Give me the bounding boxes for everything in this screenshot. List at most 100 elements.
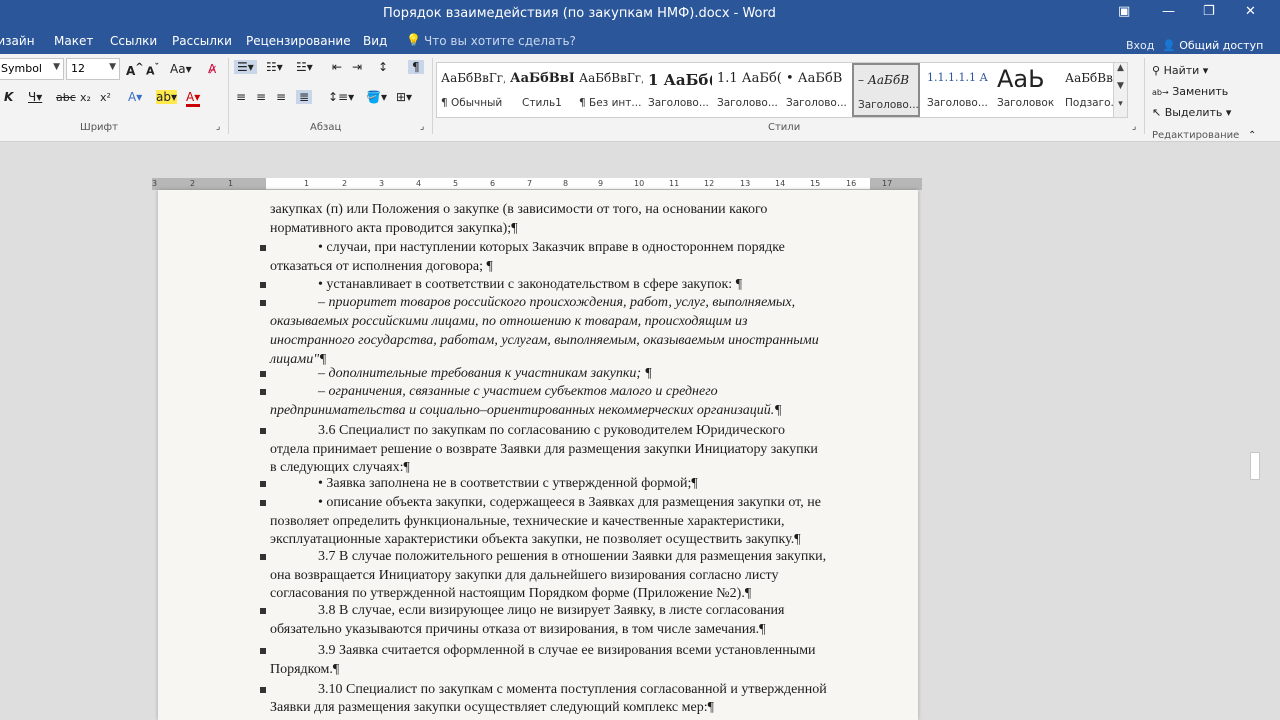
paragraph-mark [260, 687, 266, 693]
style-sample: 1.1 АаБб( [717, 71, 781, 86]
style-heading-5[interactable]: 1.1.1.1.1 А Заголово... [923, 63, 991, 117]
style-no-spacing[interactable]: АаБбВвГг, ¶ Без инт... [575, 63, 643, 117]
multilevel-list-button[interactable]: ☳▾ [296, 60, 313, 74]
bullets-button[interactable]: ☰▾ [234, 60, 257, 74]
gallery-scroll-up-icon[interactable]: ▲ [1113, 63, 1127, 81]
grow-font-button[interactable]: A^ [126, 62, 144, 78]
styles-dialog-launcher-icon[interactable]: ⌟ [1132, 122, 1136, 132]
paragraph-mark [260, 245, 266, 251]
strikethrough-button[interactable]: abc [56, 91, 76, 104]
paragraph-mark [260, 481, 266, 487]
share-button[interactable]: 👤 Общий доступ [1162, 39, 1263, 52]
replace-button[interactable]: ab→ Заменить [1152, 85, 1228, 98]
style-label: Заголово... [927, 97, 988, 109]
ribbon-display-options-icon[interactable]: ▣ [1118, 4, 1130, 19]
line-spacing-button[interactable]: ↕≡▾ [328, 90, 354, 104]
ruler-tick: 1 [304, 179, 310, 188]
separator [228, 58, 229, 134]
close-icon[interactable]: ✕ [1245, 4, 1256, 19]
paragraph-mark [260, 428, 266, 434]
document-page[interactable]: закупках (п) или Положения о закупке (в … [158, 190, 918, 720]
find-button[interactable]: ⚲ Найти ▾ [1152, 64, 1208, 77]
font-name-combo[interactable]: Symbol ▼ [0, 58, 64, 80]
style-heading-2[interactable]: 1.1 АаБб( Заголово... [713, 63, 781, 117]
align-left-button[interactable]: ≡ [236, 90, 246, 104]
superscript-button[interactable]: x² [100, 91, 111, 104]
minimize-icon[interactable]: — [1162, 4, 1175, 19]
tab-references[interactable]: Ссылки [110, 34, 157, 48]
tell-me-search[interactable]: Что вы хотите сделать? [424, 34, 576, 48]
styles-gallery: АаБбВвГг, ¶ Обычный АаБбВвІ Стиль1 АаБбВ… [436, 62, 1128, 118]
select-button[interactable]: ↖ Выделить ▾ [1152, 106, 1231, 119]
tab-mailings[interactable]: Рассылки [172, 34, 232, 48]
text-line: нормативного акта проводится закупка);¶ [270, 221, 518, 236]
text-line: – приоритет товаров российского происхож… [318, 295, 796, 310]
subscript-button[interactable]: x₂ [80, 91, 91, 104]
shrink-font-button[interactable]: Aˇ [146, 62, 159, 78]
font-group-label: Шрифт [80, 122, 118, 133]
text-line: в следующих случаях:¶ [270, 460, 410, 475]
clear-formatting-icon[interactable]: A̷ [208, 62, 216, 76]
font-size-value: 12 [71, 62, 85, 75]
gallery-scroll-down-icon[interactable]: ▼ [1113, 81, 1127, 99]
text-line: Порядком.¶ [270, 662, 340, 677]
style-sample: АаБбВвГг, [579, 71, 643, 85]
style-sample: – АаБбВ [858, 73, 910, 87]
text-effects-button[interactable]: A▾ [128, 90, 142, 104]
borders-button[interactable]: ⊞▾ [396, 90, 412, 104]
show-formatting-marks-button[interactable]: ¶ [408, 60, 424, 74]
ribbon-tabs: Дизайн Макет Ссылки Рассылки Рецензирова… [0, 28, 1280, 54]
ruler-tick: 10 [634, 179, 645, 188]
decrease-indent-button[interactable]: ⇤ [332, 60, 342, 74]
numbering-button[interactable]: ☷▾ [266, 60, 283, 74]
paragraph-mark [260, 282, 266, 288]
text-line: отказаться от исполнения договора; ¶ [270, 259, 493, 274]
ruler-tick: 14 [775, 179, 786, 188]
increase-indent-button[interactable]: ⇥ [352, 60, 362, 74]
sign-in-link[interactable]: Вход [1126, 39, 1154, 52]
ruler-tick: 16 [846, 179, 857, 188]
tab-design[interactable]: Дизайн [0, 34, 35, 48]
change-case-button[interactable]: Aa▾ [170, 62, 192, 76]
style-heading-1[interactable]: 1 АаБб( Заголово... [644, 63, 712, 117]
paragraph-mark [260, 500, 266, 506]
italic-button[interactable]: K [4, 90, 13, 104]
text-line: • описание объекта закупки, содержащееся… [318, 495, 821, 510]
vertical-scrollbar-thumb[interactable] [1250, 452, 1260, 480]
text-line: • случаи, при наступлении которых Заказч… [318, 240, 785, 255]
replace-label: Заменить [1172, 85, 1229, 98]
replace-icon: ab→ [1152, 88, 1169, 97]
style-style1[interactable]: АаБбВвІ Стиль1 [506, 63, 574, 117]
sort-button[interactable]: ↕ [378, 60, 388, 74]
separator [432, 58, 433, 134]
tab-layout[interactable]: Макет [54, 34, 93, 48]
shading-button[interactable]: 🪣▾ [366, 90, 387, 104]
gallery-more-icon[interactable]: ▾ [1113, 99, 1127, 117]
highlight-button[interactable]: ab▾ [156, 90, 177, 104]
restore-icon[interactable]: ❐ [1203, 4, 1215, 19]
style-heading-4-selected[interactable]: – АаБбВ Заголово... [852, 63, 920, 117]
styles-group-label: Стили [768, 122, 801, 133]
style-title[interactable]: АаЬ Заголовок [993, 63, 1061, 117]
collapse-ribbon-icon[interactable]: ⌃ [1248, 130, 1256, 141]
ruler-tick: 2 [342, 179, 348, 188]
underline-button[interactable]: Ч▾ [28, 90, 42, 104]
tab-view[interactable]: Вид [363, 34, 387, 48]
select-label: Выделить [1164, 106, 1223, 119]
font-dialog-launcher-icon[interactable]: ⌟ [216, 122, 220, 132]
style-label: Заголово... [858, 99, 919, 111]
style-subtitle[interactable]: АаБбВвГ Подзаго... [1061, 63, 1115, 117]
font-size-combo[interactable]: 12 ▼ [66, 58, 120, 80]
paragraph-dialog-launcher-icon[interactable]: ⌟ [420, 122, 424, 132]
align-right-button[interactable]: ≡ [276, 90, 286, 104]
tab-review[interactable]: Рецензирование [246, 34, 351, 48]
style-heading-3[interactable]: • АаБбВ Заголово... [782, 63, 850, 117]
align-center-button[interactable]: ≡ [256, 90, 266, 104]
style-sample: 1 АаБб( [648, 71, 712, 89]
horizontal-ruler[interactable]: 3 2 1 1 2 3 4 5 6 7 8 9 10 11 12 13 14 1… [152, 178, 922, 190]
paragraph-mark [260, 608, 266, 614]
font-color-button[interactable]: A▾ [186, 90, 201, 107]
style-normal[interactable]: АаБбВвГг, ¶ Обычный [437, 63, 505, 117]
text-line: эксплуатационные характеристики объекта … [270, 532, 801, 547]
justify-button[interactable]: ≣ [296, 90, 313, 104]
